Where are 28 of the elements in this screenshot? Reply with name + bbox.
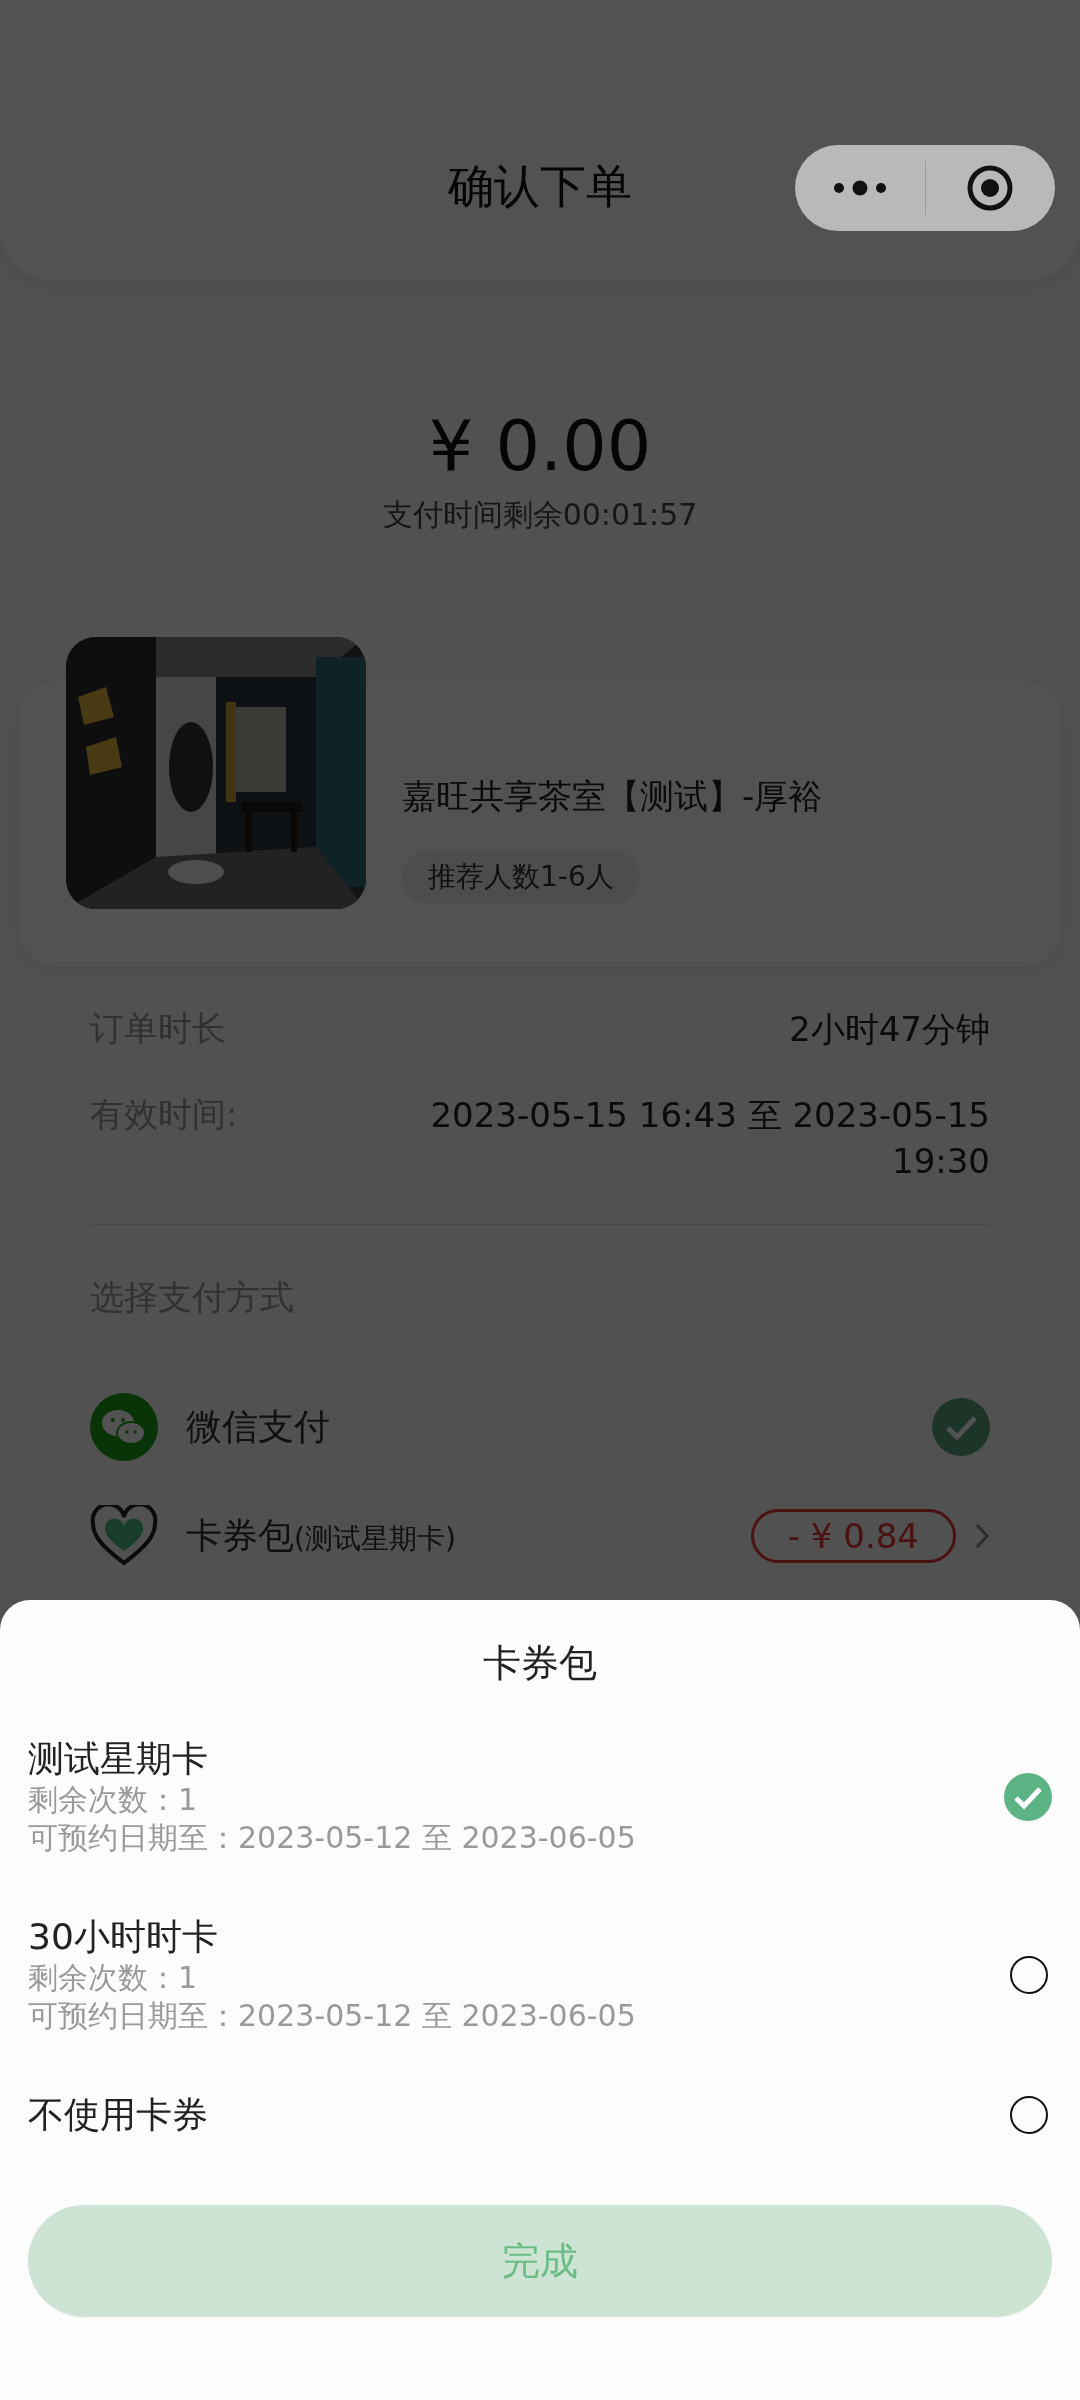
discount-badge: - ¥ 0.84 <box>750 1509 956 1563</box>
countdown: 支付时间剩余00:01:57 <box>382 496 698 534</box>
chat-bubbles-icon <box>90 1393 158 1461</box>
amount: ¥ 0.00 <box>428 405 652 487</box>
more-icon[interactable] <box>832 180 887 196</box>
radio-button[interactable] <box>1010 1956 1048 1994</box>
coupon-option[interactable]: 测试星期卡 剩余次数：1 可预约日期至：2023-05-12 至 2023-06-05 <box>28 1737 1052 1857</box>
check-icon[interactable] <box>1004 1773 1052 1821</box>
coupon-name: 测试星期卡 <box>28 1737 209 1781</box>
room-name: 嘉旺共享茶室【测试】-厚裕 <box>402 774 823 818</box>
coupon-name: 30小时时卡 <box>28 1915 219 1959</box>
detail-value: 2小时47分钟 <box>788 1008 990 1051</box>
remaining-uses: 剩余次数：1 <box>28 1959 199 1997</box>
coupon-option[interactable]: 30小时时卡 剩余次数：1 可预约日期至：2023-05-12 至 2023-06-05 <box>28 1915 1052 2035</box>
coupon-option[interactable]: 不使用卡券 <box>28 2093 1052 2137</box>
radio-button[interactable] <box>1010 2096 1048 2134</box>
sheet-title: 卡券包 <box>482 1640 598 1687</box>
check-icon[interactable] <box>932 1398 990 1456</box>
coupon-name: 不使用卡券 <box>28 2093 208 2137</box>
payment-label: 微信支付 <box>186 1404 331 1449</box>
payment-label: 卡券包(测试星期卡) <box>186 1513 457 1558</box>
validity-dates: 可预约日期至：2023-05-12 至 2023-06-05 <box>28 1819 636 1857</box>
capacity-tag: 推荐人数1-6人 <box>402 849 640 904</box>
remaining-uses: 剩余次数：1 <box>28 1781 199 1819</box>
detail-value: 2023-05-15 16:43 至 2023-05-15 19:30 <box>429 1094 990 1183</box>
validity-dates: 可预约日期至：2023-05-12 至 2023-06-05 <box>28 1997 636 2035</box>
page-title: 确认下单 <box>448 158 632 215</box>
heart-icon <box>90 1505 158 1567</box>
